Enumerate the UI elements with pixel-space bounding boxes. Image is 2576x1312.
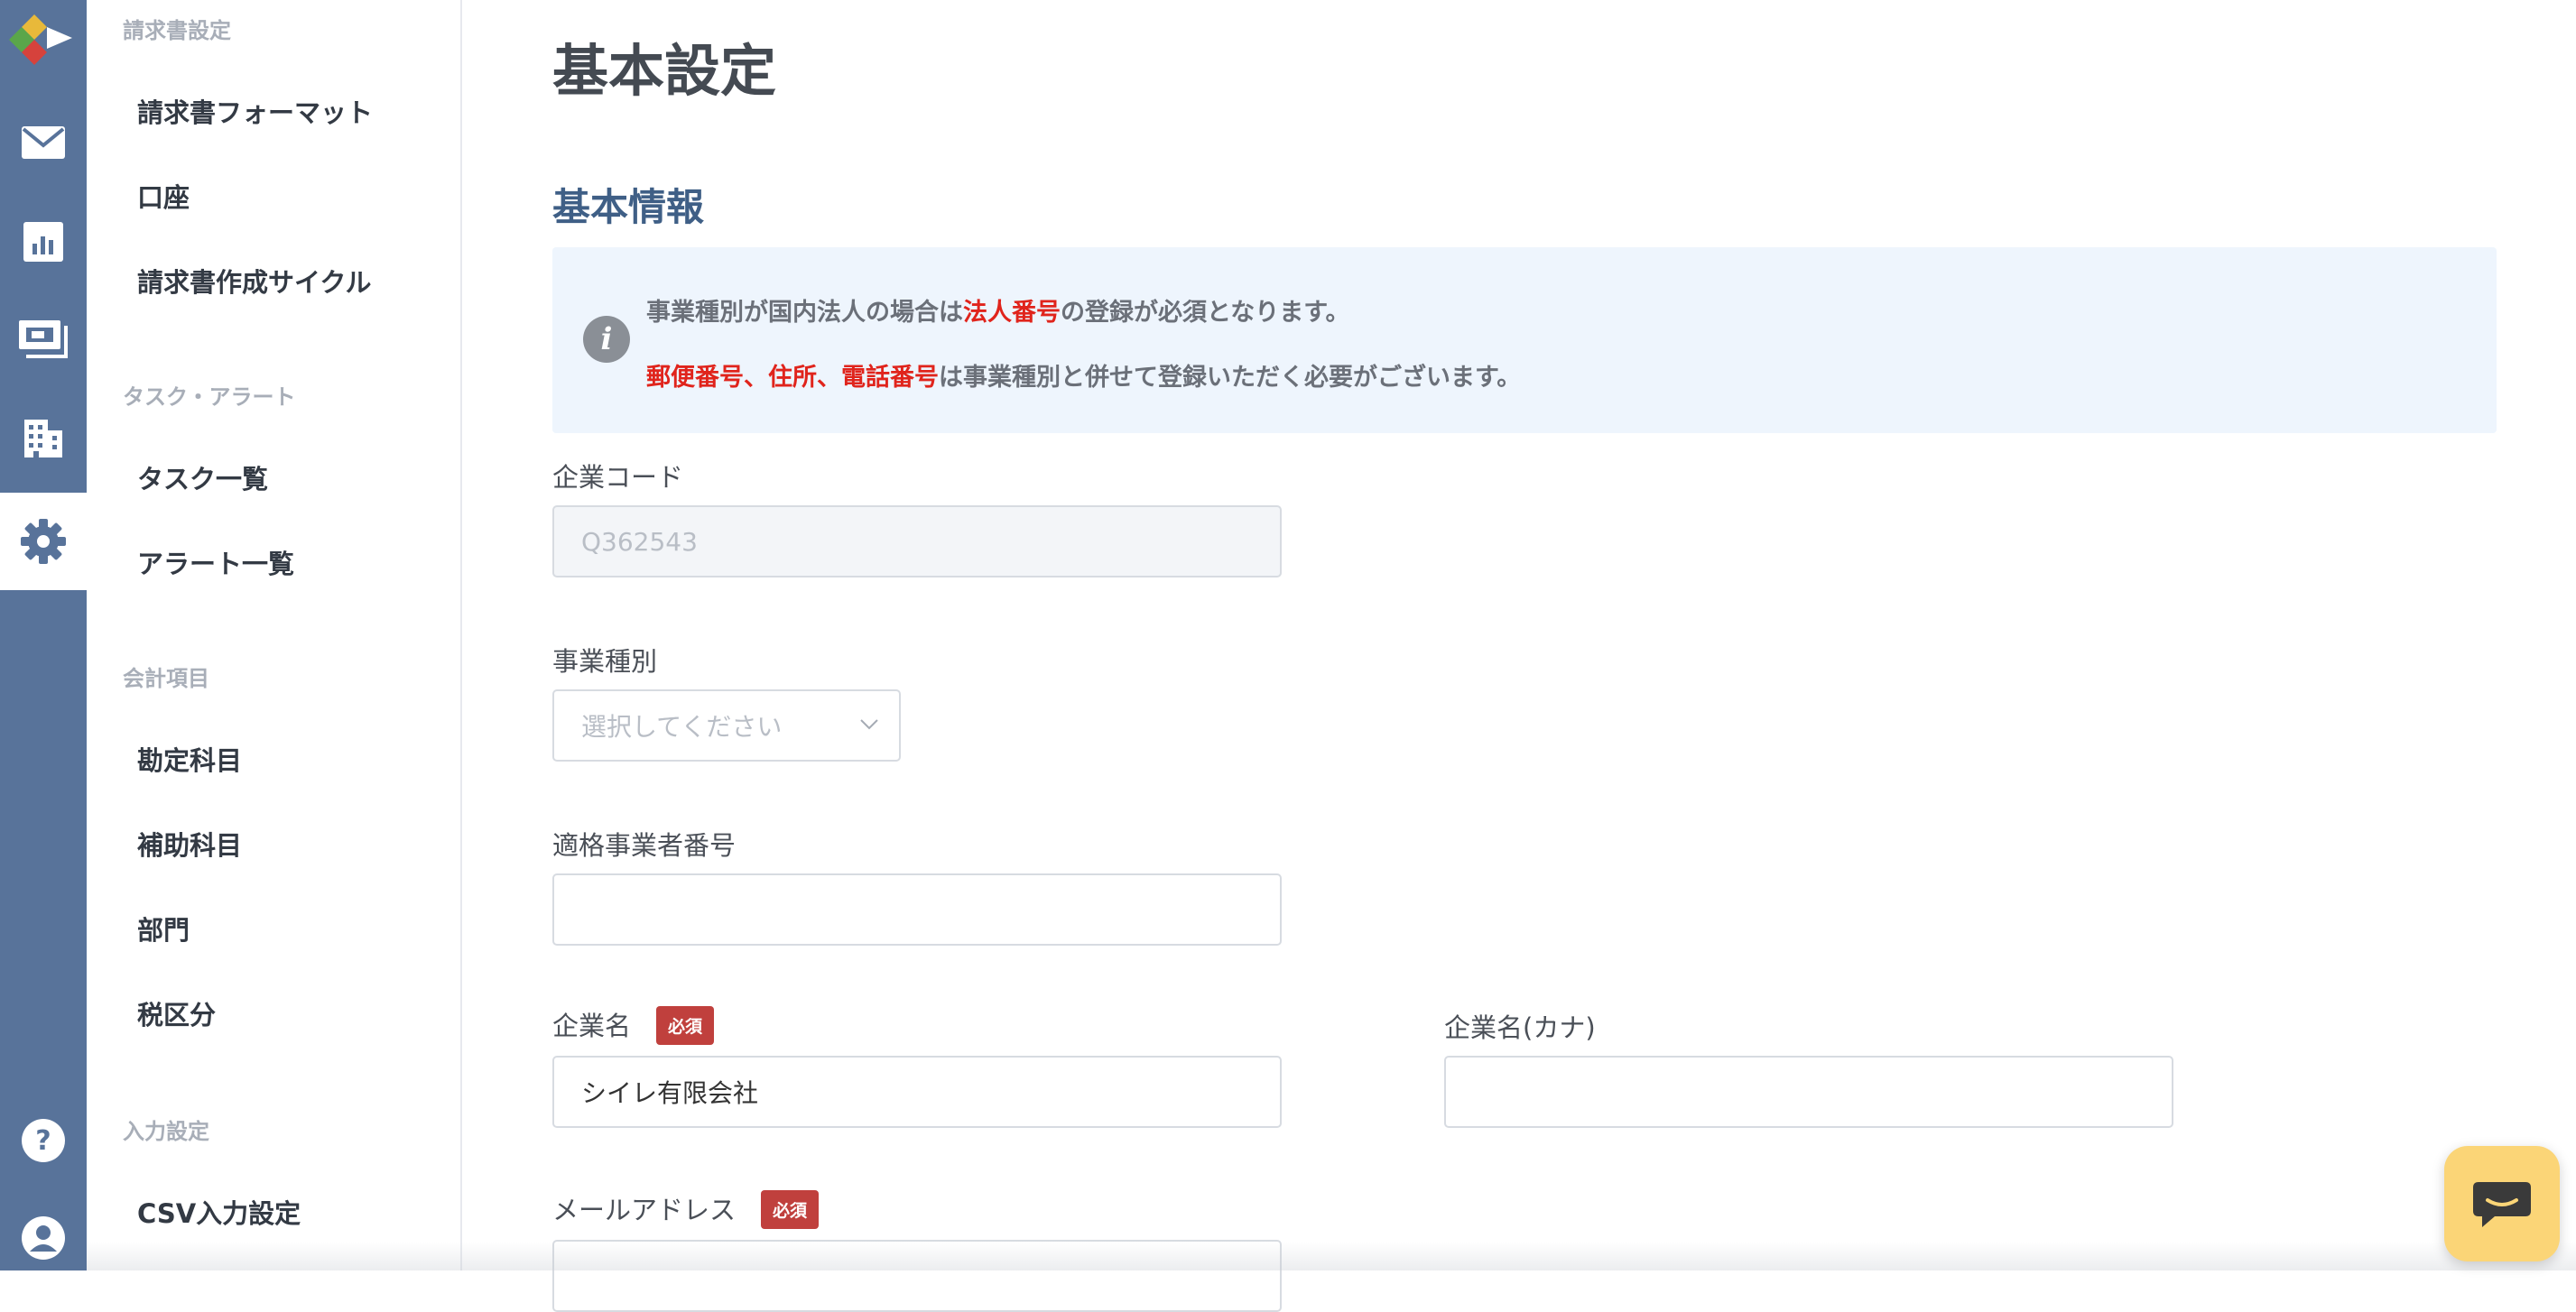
info-highlight: 法人番号: [963, 299, 1061, 327]
sidebar-item-sub-accounts[interactable]: 補助科目: [137, 825, 242, 863]
sidebar-item-departments[interactable]: 部門: [137, 910, 190, 947]
rail-mail-button[interactable]: [0, 94, 87, 191]
required-badge: 必須: [656, 1005, 715, 1045]
sidebar-item-account-titles[interactable]: 勘定科目: [137, 740, 242, 778]
info-text: は事業種別と併せて登録いただく必要がございます。: [939, 364, 1522, 392]
sidebar-section-input: 入力設定: [123, 1119, 209, 1144]
company-name-kana-input[interactable]: [1444, 1056, 2173, 1128]
info-line-1: 事業種別が国内法人の場合は法人番号の登録が必須となります。: [646, 292, 1350, 328]
company-name-input[interactable]: シイレ有限会社: [552, 1056, 1282, 1128]
sidebar-item-invoice-format[interactable]: 請求書フォーマット: [137, 92, 373, 130]
email-label-text: メールアドレス: [552, 1195, 737, 1225]
page-title: 基本設定: [552, 38, 777, 104]
settings-sidebar: 請求書設定 請求書フォーマット 口座 請求書作成サイクル タスク・アラート タス…: [87, 0, 462, 1270]
company-name-label-text: 企業名: [552, 1011, 632, 1041]
sidebar-item-account[interactable]: 口座: [137, 177, 190, 215]
sidebar-item-invoice-cycle[interactable]: 請求書作成サイクル: [137, 262, 372, 300]
rail-report-button[interactable]: [0, 193, 87, 291]
payment-icon: [19, 320, 68, 358]
business-type-placeholder: 選択してください: [581, 712, 783, 742]
business-type-label: 事業種別: [552, 646, 658, 677]
company-name-value: シイレ有限会社: [581, 1078, 759, 1108]
sidebar-section-invoice: 請求書設定: [123, 18, 231, 43]
sidebar-item-alert-list[interactable]: アラート一覧: [137, 543, 294, 581]
business-type-select[interactable]: 選択してください: [552, 689, 901, 762]
info-notice: i 事業種別が国内法人の場合は法人番号の登録が必須となります。 郵便番号、住所、…: [552, 247, 2497, 433]
info-icon: i: [583, 316, 630, 363]
company-code-value: Q362543: [581, 526, 698, 557]
required-badge: 必須: [761, 1189, 820, 1229]
invoice-registration-label: 適格事業者番号: [552, 830, 737, 861]
main-content: 基本設定 基本情報 i 事業種別が国内法人の場合は法人番号の登録が必須となります…: [462, 0, 2576, 1312]
invoice-registration-input[interactable]: [552, 873, 1282, 946]
rail-payment-button[interactable]: [0, 291, 87, 388]
svg-text:?: ?: [35, 1125, 51, 1157]
sidebar-item-tax-categories[interactable]: 税区分: [137, 994, 216, 1032]
sidebar-item-csv-input[interactable]: CSV入力設定: [137, 1193, 301, 1231]
icon-rail: ?: [0, 0, 87, 1270]
building-icon: [24, 420, 62, 457]
help-icon: ?: [22, 1119, 65, 1162]
company-name-label: 企業名 必須: [552, 1005, 715, 1048]
info-highlight: 郵便番号、住所、電話番号: [646, 364, 939, 392]
sidebar-item-task-list[interactable]: タスク一覧: [137, 458, 268, 496]
rail-settings-button[interactable]: [0, 493, 87, 590]
chevron-down-icon: [860, 719, 878, 730]
chat-icon: [2473, 1182, 2531, 1227]
info-text: 事業種別が国内法人の場合は: [646, 299, 963, 327]
info-line-2: 郵便番号、住所、電話番号は事業種別と併せて登録いただく必要がございます。: [646, 357, 1521, 393]
chat-launcher-button[interactable]: [2444, 1146, 2560, 1261]
email-label: メールアドレス 必須: [552, 1189, 820, 1232]
rail-account-button[interactable]: [0, 1189, 87, 1287]
rail-help-button[interactable]: ?: [0, 1092, 87, 1189]
company-name-kana-label: 企業名(カナ): [1444, 1012, 1596, 1043]
app-logo-icon[interactable]: [7, 11, 76, 65]
rail-company-button[interactable]: [0, 390, 87, 487]
gear-icon: [21, 519, 66, 564]
company-code-label: 企業コード: [552, 462, 684, 493]
sidebar-section-accounting: 会計項目: [123, 666, 209, 691]
mail-icon: [22, 126, 65, 159]
company-code-field: Q362543: [552, 505, 1282, 577]
info-text: の登録が必須となります。: [1061, 299, 1350, 327]
scroll-shadow: [87, 1242, 2576, 1270]
section-title: 基本情報: [552, 185, 705, 229]
chart-icon: [23, 222, 63, 262]
sidebar-section-tasks: タスク・アラート: [123, 384, 296, 410]
user-icon: [22, 1216, 65, 1260]
